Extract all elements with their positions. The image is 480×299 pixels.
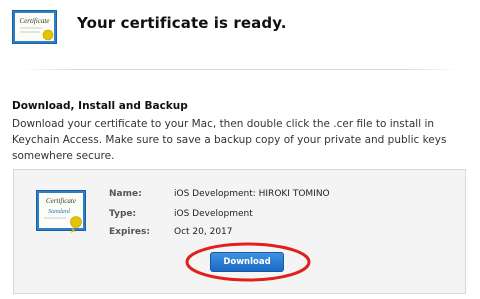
- type-label: Type:: [109, 209, 137, 219]
- divider: [20, 69, 460, 70]
- name-label: Name:: [109, 189, 142, 199]
- section-heading: Download, Install and Backup: [12, 100, 188, 112]
- certificate-panel: Certificate Standard Name: iOS Developme…: [13, 169, 466, 294]
- expires-label: Expires:: [109, 227, 150, 237]
- page-title: Your certificate is ready.: [77, 14, 287, 32]
- type-value: iOS Development: [174, 209, 253, 219]
- download-button[interactable]: Download: [210, 252, 284, 272]
- svg-text:Standard: Standard: [48, 209, 71, 215]
- certificate-icon: Certificate: [12, 10, 57, 44]
- certificate-standard-icon: Certificate Standard: [36, 190, 86, 233]
- expires-value: Oct 20, 2017: [174, 227, 233, 237]
- name-value: iOS Development: HIROKI TOMINO: [174, 189, 330, 199]
- svg-text:Certificate: Certificate: [46, 197, 76, 205]
- section-description: Download your certificate to your Mac, t…: [12, 118, 447, 162]
- svg-text:Certificate: Certificate: [20, 17, 50, 25]
